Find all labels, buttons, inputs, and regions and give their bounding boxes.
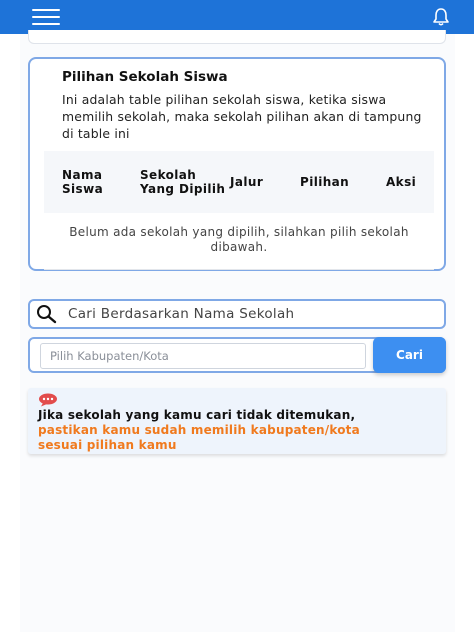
header-sekolah-dipilih: Sekolah Yang Dipilih xyxy=(140,168,226,196)
header-nama-siswa: Nama Siswa xyxy=(62,168,104,196)
notice-line-3: sesuai pilihan kamu xyxy=(38,438,177,452)
table-divider xyxy=(44,269,434,270)
search-icon xyxy=(34,303,60,325)
notice-line-1: Jika sekolah yang kamu cari tidak ditemu… xyxy=(38,408,356,422)
notice-line-2: pastikan kamu sudah memilih kabupaten/ko… xyxy=(38,423,360,437)
hamburger-icon[interactable] xyxy=(32,9,60,25)
info-notice: Jika sekolah yang kamu cari tidak ditemu… xyxy=(28,388,446,454)
header-jalur: Jalur xyxy=(230,175,264,189)
school-choice-card: Pilihan Sekolah Siswa Ini adalah table p… xyxy=(28,57,446,271)
top-navbar xyxy=(0,0,474,34)
bell-icon[interactable] xyxy=(430,6,452,28)
search-placeholder: Cari Berdasarkan Nama Sekolah xyxy=(68,306,295,322)
kabupaten-kota-input[interactable] xyxy=(40,343,366,369)
table-header: Nama Siswa Sekolah Yang Dipilih Jalur Pi… xyxy=(44,151,434,213)
chat-bubble-icon xyxy=(38,392,58,407)
region-filter-bar: Cari xyxy=(28,337,446,373)
school-search-field[interactable]: Cari Berdasarkan Nama Sekolah xyxy=(28,299,446,329)
header-aksi: Aksi xyxy=(386,175,417,189)
school-choice-table: Nama Siswa Sekolah Yang Dipilih Jalur Pi… xyxy=(44,151,434,270)
header-pilihan: Pilihan xyxy=(300,175,350,189)
card-title: Pilihan Sekolah Siswa xyxy=(62,69,228,85)
table-empty-message: Belum ada sekolah yang dipilih, silahkan… xyxy=(69,225,409,254)
cari-button[interactable]: Cari xyxy=(373,337,446,373)
previous-card-edge xyxy=(28,30,446,44)
card-description: Ini adalah table pilihan sekolah siswa, … xyxy=(62,92,422,141)
